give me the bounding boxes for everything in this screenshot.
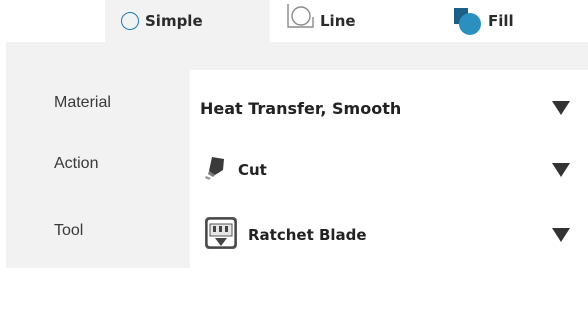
tool-label: Tool xyxy=(54,222,84,239)
chevron-down-icon[interactable] xyxy=(552,101,570,115)
dropdown-column: Heat Transfer, Smooth Cut Ratchet Blade xyxy=(190,70,588,310)
tool-dropdown[interactable]: Ratchet Blade xyxy=(190,207,588,263)
cut-blade-icon xyxy=(204,155,228,185)
ratchet-blade-icon xyxy=(204,216,238,254)
tab-line-label: Line xyxy=(320,12,356,30)
settings-panel: Material Action Tool Heat Transfer, Smoo… xyxy=(6,42,588,310)
chevron-down-icon[interactable] xyxy=(552,228,570,242)
tool-value: Ratchet Blade xyxy=(248,226,367,244)
action-label: Action xyxy=(54,155,99,172)
circle-icon xyxy=(121,12,139,30)
action-value: Cut xyxy=(238,161,267,179)
action-dropdown[interactable]: Cut xyxy=(190,142,588,198)
tab-simple[interactable]: Simple xyxy=(105,0,270,42)
material-value: Heat Transfer, Smooth xyxy=(200,98,402,118)
line-icon xyxy=(284,1,316,33)
tab-fill-label: Fill xyxy=(488,12,514,30)
chevron-down-icon[interactable] xyxy=(552,163,570,177)
tab-simple-label: Simple xyxy=(145,12,203,30)
tab-line[interactable]: Line xyxy=(270,0,440,42)
fill-icon xyxy=(454,6,482,36)
material-dropdown[interactable]: Heat Transfer, Smooth xyxy=(190,80,588,136)
tab-bar: Simple Line Fill xyxy=(0,0,588,42)
material-label: Material xyxy=(54,94,111,111)
tab-fill[interactable]: Fill xyxy=(440,0,588,42)
